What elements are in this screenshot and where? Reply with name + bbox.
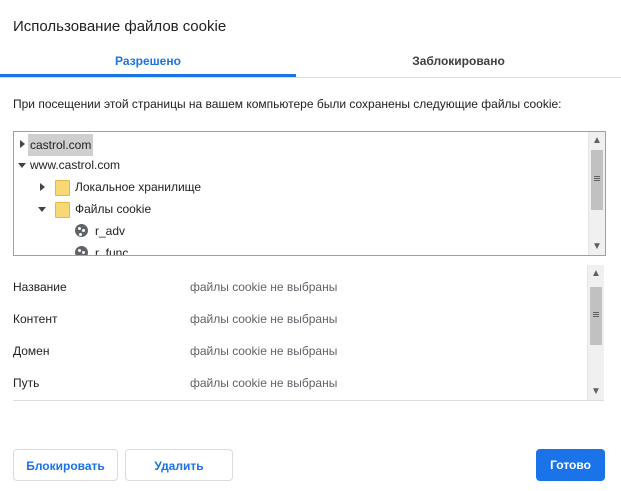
grip-icon xyxy=(594,176,600,177)
cookie-icon xyxy=(75,246,88,255)
detail-label: Контент xyxy=(13,312,58,326)
detail-label: Путь xyxy=(13,376,40,390)
tree-item-label: r_adv xyxy=(95,224,126,238)
cookie-tree[interactable]: castrol.com www.castrol.com Локальное хр… xyxy=(13,131,606,256)
tree-item-label: Локальное хранилище xyxy=(75,180,202,194)
dialog-title: Использование файлов cookie xyxy=(13,18,227,35)
collapse-arrow-icon[interactable] xyxy=(38,199,48,219)
scroll-up-icon[interactable]: ▲ xyxy=(588,265,604,282)
cookie-icon xyxy=(75,224,88,237)
grip-icon xyxy=(593,312,599,313)
tree-item-label: castrol.com xyxy=(28,134,94,156)
folder-icon xyxy=(55,180,70,196)
scroll-up-icon[interactable]: ▲ xyxy=(589,132,605,149)
tree-item-label: Файлы cookie xyxy=(75,202,152,216)
tree-item-cookie[interactable]: r_func xyxy=(14,243,584,256)
tree-item-cookie[interactable]: r_adv xyxy=(14,221,584,241)
folder-open-icon xyxy=(55,202,70,218)
block-button[interactable]: Блокировать xyxy=(13,449,118,481)
tab-blocked[interactable]: Заблокировано xyxy=(296,42,621,77)
details-scrollbar[interactable]: ▲ ▼ xyxy=(587,265,604,400)
tree-item-local-storage[interactable]: Локальное хранилище xyxy=(14,177,584,197)
tree-item-label: www.castrol.com xyxy=(30,158,121,172)
tree-item-cookies-folder[interactable]: Файлы cookie xyxy=(14,199,584,219)
scroll-thumb[interactable] xyxy=(591,150,603,210)
detail-value: файлы cookie не выбраны xyxy=(190,280,338,294)
tree-item-label: r_func xyxy=(95,246,129,256)
done-button[interactable]: Готово xyxy=(536,449,605,481)
active-tab-indicator xyxy=(0,74,296,77)
detail-value: файлы cookie не выбраны xyxy=(190,344,338,358)
tree-item-castrol-com[interactable]: castrol.com xyxy=(14,134,584,156)
tree-scrollbar[interactable]: ▲ ▼ xyxy=(588,132,605,255)
detail-label: Название xyxy=(13,280,67,294)
delete-button[interactable]: Удалить xyxy=(125,449,233,481)
cookie-details: Название файлы cookie не выбраны Контент… xyxy=(13,265,604,401)
scroll-thumb[interactable] xyxy=(590,287,602,345)
detail-value: файлы cookie не выбраны xyxy=(190,312,338,326)
scroll-down-icon[interactable]: ▼ xyxy=(589,238,605,255)
tab-bar: Разрешено Заблокировано xyxy=(0,42,621,78)
expand-arrow-icon[interactable] xyxy=(38,177,48,197)
cookies-description: При посещении этой страницы на вашем ком… xyxy=(13,97,562,111)
scroll-down-icon[interactable]: ▼ xyxy=(588,383,604,400)
tab-allowed[interactable]: Разрешено xyxy=(0,42,296,77)
tree-item-www-castrol-com[interactable]: www.castrol.com xyxy=(14,155,584,175)
collapse-arrow-icon[interactable] xyxy=(18,155,28,175)
expand-arrow-icon[interactable] xyxy=(18,134,28,154)
detail-value: файлы cookie не выбраны xyxy=(190,376,338,390)
detail-label: Домен xyxy=(13,344,50,358)
